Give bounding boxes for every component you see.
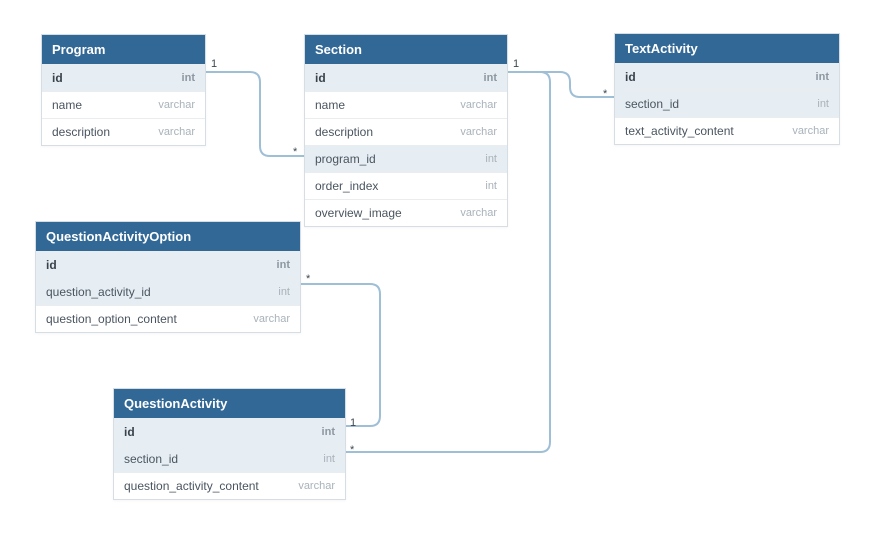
field-type: varchar xyxy=(460,126,497,138)
field-type: varchar xyxy=(460,207,497,219)
entity-program[interactable]: Program id int name varchar description … xyxy=(41,34,206,146)
entity-title: TextActivity xyxy=(615,34,839,63)
field-type: varchar xyxy=(158,99,195,111)
entity-title: Section xyxy=(305,35,507,64)
field-row: id int xyxy=(36,251,300,278)
field-type: varchar xyxy=(253,313,290,325)
field-type: int xyxy=(485,153,497,165)
cardinality-label: 1 xyxy=(350,417,356,429)
field-name: id xyxy=(315,71,326,85)
field-row: program_id int xyxy=(305,145,507,172)
field-row: overview_image varchar xyxy=(305,199,507,226)
field-name: id xyxy=(46,258,57,272)
field-type: int xyxy=(323,453,335,465)
field-name: id xyxy=(625,70,636,84)
field-type: int xyxy=(816,71,829,83)
field-row: id int xyxy=(42,64,205,91)
field-row: question_option_content varchar xyxy=(36,305,300,332)
field-row: description varchar xyxy=(305,118,507,145)
field-type: int xyxy=(278,286,290,298)
cardinality-label: 1 xyxy=(513,58,519,70)
field-name: section_id xyxy=(625,97,679,111)
entity-title: Program xyxy=(42,35,205,64)
cardinality-label: * xyxy=(350,444,354,456)
field-name: description xyxy=(52,125,110,139)
field-row: question_activity_content varchar xyxy=(114,472,345,499)
field-row: name varchar xyxy=(42,91,205,118)
field-row: description varchar xyxy=(42,118,205,145)
entity-text-activity[interactable]: TextActivity id int section_id int text_… xyxy=(614,33,840,145)
cardinality-label: 1 xyxy=(211,58,217,70)
field-type: int xyxy=(485,180,497,192)
field-name: order_index xyxy=(315,179,378,193)
field-name: question_activity_content xyxy=(124,479,259,493)
field-name: question_activity_id xyxy=(46,285,151,299)
entity-section[interactable]: Section id int name varchar description … xyxy=(304,34,508,227)
field-type: int xyxy=(484,72,497,84)
field-row: name varchar xyxy=(305,91,507,118)
entity-title: QuestionActivity xyxy=(114,389,345,418)
field-type: varchar xyxy=(460,99,497,111)
field-name: section_id xyxy=(124,452,178,466)
field-name: description xyxy=(315,125,373,139)
field-type: varchar xyxy=(158,126,195,138)
field-type: int xyxy=(322,426,335,438)
field-name: question_option_content xyxy=(46,312,177,326)
field-name: id xyxy=(124,425,135,439)
field-row: text_activity_content varchar xyxy=(615,117,839,144)
field-type: int xyxy=(817,98,829,110)
field-name: name xyxy=(52,98,82,112)
field-name: name xyxy=(315,98,345,112)
entity-question-activity-option[interactable]: QuestionActivityOption id int question_a… xyxy=(35,221,301,333)
field-name: overview_image xyxy=(315,206,402,220)
entity-title: QuestionActivityOption xyxy=(36,222,300,251)
field-row: section_id int xyxy=(615,90,839,117)
field-name: id xyxy=(52,71,63,85)
field-type: int xyxy=(277,259,290,271)
field-row: id int xyxy=(305,64,507,91)
field-type: int xyxy=(182,72,195,84)
field-row: section_id int xyxy=(114,445,345,472)
field-row: order_index int xyxy=(305,172,507,199)
field-row: id int xyxy=(615,63,839,90)
field-name: program_id xyxy=(315,152,376,166)
field-type: varchar xyxy=(792,125,829,137)
cardinality-label: * xyxy=(603,88,607,100)
cardinality-label: * xyxy=(306,273,310,285)
field-type: varchar xyxy=(298,480,335,492)
field-row: id int xyxy=(114,418,345,445)
entity-question-activity[interactable]: QuestionActivity id int section_id int q… xyxy=(113,388,346,500)
cardinality-label: * xyxy=(293,146,297,158)
field-row: question_activity_id int xyxy=(36,278,300,305)
field-name: text_activity_content xyxy=(625,124,734,138)
